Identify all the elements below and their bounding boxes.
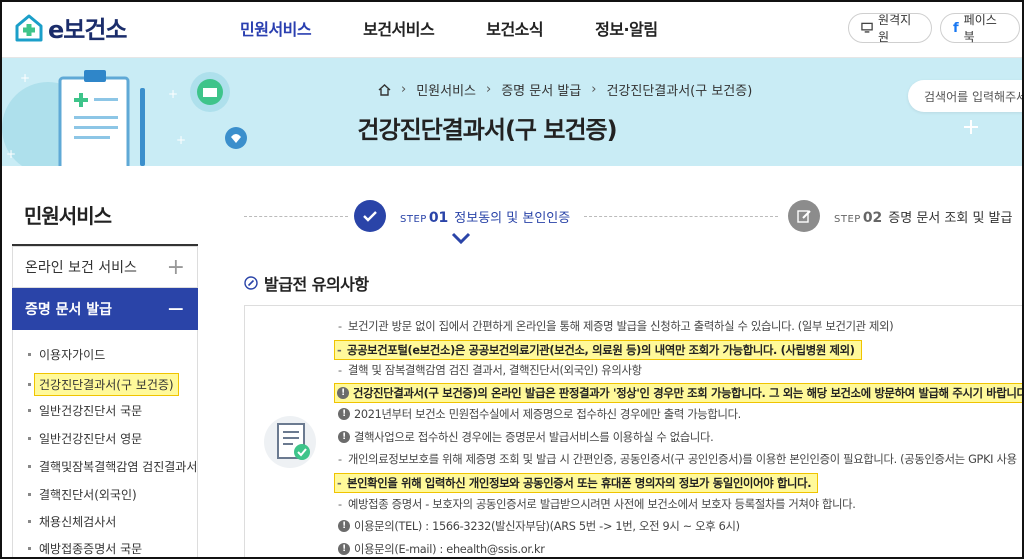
remote-support-button[interactable]: 원격지원 [848,13,932,44]
notice-item: ! 2021년부터 보건소 민원접수실에서 제증명으로 접수하신 경우에만 출력 … [338,406,741,422]
facebook-icon: f [953,20,959,36]
exclamation-icon: ! [337,387,349,399]
nav-health-news[interactable]: 보건소식 [486,16,543,40]
logo-house-icon [15,14,43,41]
exclamation-icon: ! [338,520,350,532]
sidebar-link-tb-result[interactable]: 결핵및잠복결핵감염 검진결과서 [28,458,197,475]
svg-text:+: + [6,147,16,161]
search-input[interactable]: 검색어를 입력해주세 [908,80,1024,112]
facebook-button[interactable]: f 페이스북 [940,13,1020,44]
sidebar-item-certificate[interactable]: 증명 문서 발급 − [12,288,198,330]
page-title: 건강진단결과서(구 보건증) [357,116,617,144]
notice-item-highlighted: - 본인확인을 위해 입력하신 개인정보와 공동인증서 또는 휴대폰 명의자의 정… [334,473,819,493]
plus-icon: + [166,254,185,280]
step-1-label: STEP 01 정보동의 및 본인인증 [400,210,571,226]
step-line [584,216,778,217]
section-title: 발급전 유의사항 [244,271,369,295]
breadcrumb: › 민원서비스 › 증명 문서 발급 › 건강진단결과서(구 보건증) [378,80,752,99]
breadcrumb-civil-service[interactable]: 민원서비스 [416,80,476,99]
monitor-icon [861,22,873,33]
home-icon[interactable] [378,83,391,96]
notice-item: ! 결핵사업으로 접수하신 경우에는 증명문서 발급서비스를 이용하실 수 없습니… [338,429,714,445]
sidebar-link-health-result[interactable]: 건강진단결과서(구 보건증) [28,373,179,396]
step-1-check-icon [354,200,386,232]
notice-item-highlighted: ! 건강진단결과서(구 보건증)의 온라인 발급은 판정결과가 '정상'인 경우만… [334,383,1024,403]
pencil-circle-icon [244,276,258,290]
minus-icon: − [166,296,185,322]
facebook-label: 페이스북 [963,13,997,44]
sidebar-link-general-kr[interactable]: 일반건강진단서 국문 [28,402,142,419]
breadcrumb-separator: › [591,82,597,97]
sidebar-item-online-health[interactable]: 온라인 보건 서비스 + [12,246,198,288]
breadcrumb-health-result[interactable]: 건강진단결과서(구 보건증) [606,80,752,99]
exclamation-icon: ! [338,408,350,420]
sidebar-link-tb-foreigner[interactable]: 결핵진단서(외국인) [28,486,137,503]
sidebar-link-user-guide[interactable]: 이용자가이드 [28,346,105,363]
svg-text:+: + [20,71,30,85]
sidebar-link-vaccination-kr[interactable]: 예방접종증명서 국문 [28,540,142,557]
document-check-icon [264,416,316,468]
nav-health-service[interactable]: 보건서비스 [363,16,435,40]
notice-item: ! 이용문의(E-mail) : ehealth@ssis.or.kr [338,541,545,557]
sidebar-item-label: 온라인 보건 서비스 [25,260,137,276]
site-header: e보건소 민원서비스 보건서비스 보건소식 정보·알림 원격지원 f 페이스북 [0,0,1024,58]
remote-support-label: 원격지원 [878,13,912,44]
notice-item: - 보건기관 방문 없이 집에서 간편하게 온라인을 통해 제증명 발급을 신청하… [338,319,894,334]
site-logo[interactable]: e보건소 [14,10,128,45]
breadcrumb-separator: › [401,82,407,97]
sidebar-link-employment-exam[interactable]: 채용신체검사서 [28,513,116,530]
notice-item: ! 이용문의(TEL) : 1566-3232(발신자부담)(ARS 5번 -> … [338,518,740,534]
chevron-down-icon [451,232,471,244]
main-nav: 민원서비스 보건서비스 보건소식 정보·알림 [240,16,710,40]
sidebar-link-general-en[interactable]: 일반건강진단서 영문 [28,430,142,447]
step-2-label: STEP 02 증명 문서 조회 및 발급 [834,210,1013,226]
notice-item-highlighted: - 공공보건포털(e보건소)은 공공보건의료기관(보건소, 의료원 등)의 내역만… [334,340,862,360]
sidebar-item-label: 증명 문서 발급 [25,302,113,318]
exclamation-icon: ! [338,543,350,555]
nav-info-notice[interactable]: 정보·알림 [595,16,658,40]
section-title-text: 발급전 유의사항 [264,275,369,294]
nav-civil-service[interactable]: 민원서비스 [240,16,312,40]
svg-text:+: + [168,87,178,101]
breadcrumb-separator: › [486,82,492,97]
sidebar-title: 민원서비스 [24,204,112,228]
exclamation-icon: ! [338,431,350,443]
notice-item: - 결핵 및 잠복결핵감염 검진 결과서, 결핵진단서(외국인) 유의사항 [338,363,642,378]
sparkle-decoration [964,120,978,134]
step-2-edit-icon [788,200,820,232]
notice-item: - 개인의료정보보호를 위해 제증명 조회 및 발급 시 간편인증, 공동인증서(… [338,452,1017,467]
logo-text: e보건소 [48,16,128,44]
notice-item: - 예방접종 증명서 - 보호자의 공동인증서로 발급받으시려면 사전에 보건소에… [338,497,856,512]
breadcrumb-certificate[interactable]: 증명 문서 발급 [501,80,581,99]
page-banner: + + + + › 민원서비스 › 증명 문서 발급 › 건강진단결과서(구 보… [0,58,1024,166]
step-line [244,216,348,217]
